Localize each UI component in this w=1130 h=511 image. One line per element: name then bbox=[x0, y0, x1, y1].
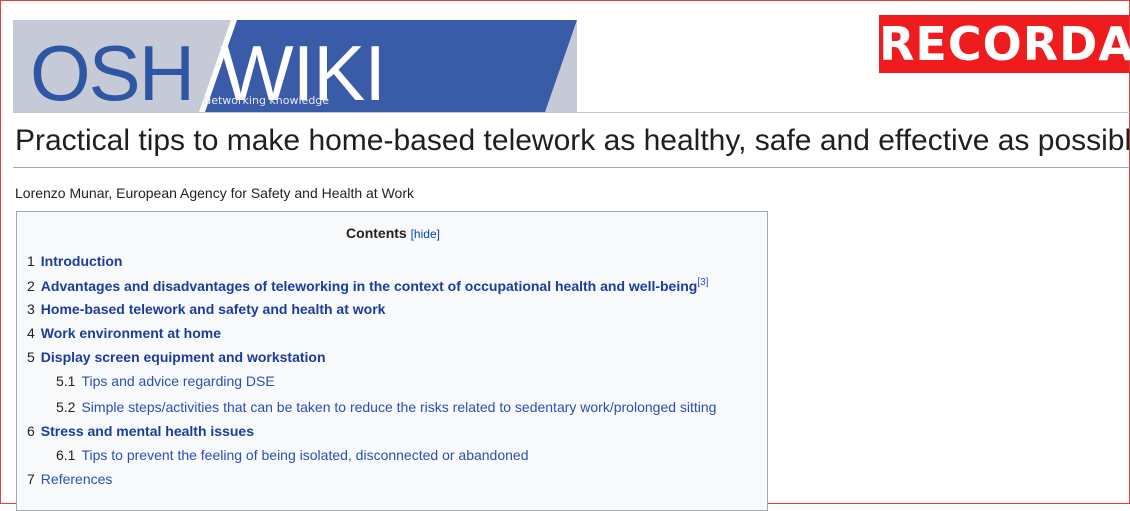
toc-item-label[interactable]: Introduction bbox=[41, 253, 123, 269]
recorda-badge: RECORDA bbox=[879, 15, 1130, 73]
toc-item-number: 5 bbox=[27, 349, 35, 365]
toc-item-number: 6 bbox=[27, 423, 35, 439]
page-title: Practical tips to make home-based telewo… bbox=[15, 124, 1130, 157]
toc-item-label[interactable]: Display screen equipment and workstation bbox=[41, 349, 326, 365]
title-divider bbox=[13, 167, 1130, 168]
toc-item-number: 3 bbox=[27, 301, 35, 317]
author-byline: Lorenzo Munar, European Agency for Safet… bbox=[15, 185, 414, 201]
toc-item-label[interactable]: Work environment at home bbox=[41, 325, 221, 341]
toc-header: Contents [hide] bbox=[17, 225, 769, 241]
toc-item-dse-tips[interactable]: 5.1 Tips and advice regarding DSE bbox=[56, 373, 275, 389]
toc-item-stress[interactable]: 6 Stress and mental health issues bbox=[27, 423, 254, 439]
header-divider bbox=[13, 112, 1130, 113]
toc-item-number: 2 bbox=[27, 278, 35, 294]
toc-item-label[interactable]: Tips to prevent the feeling of being iso… bbox=[81, 447, 528, 463]
toc-item-references[interactable]: 7 References bbox=[27, 471, 112, 487]
toc-item-label[interactable]: Advantages and disadvantages of telework… bbox=[41, 278, 698, 294]
toc-item-label[interactable]: Simple steps/activities that can be take… bbox=[81, 399, 716, 415]
toc-item-number: 5.1 bbox=[56, 373, 76, 389]
toc-item-number: 4 bbox=[27, 325, 35, 341]
toc-item-number: 7 bbox=[27, 471, 35, 487]
logo-osh-text: OSH bbox=[30, 29, 195, 112]
logo-tagline: Networking knowledge bbox=[203, 94, 330, 107]
toc-item-display-screen[interactable]: 5 Display screen equipment and workstatio… bbox=[27, 349, 326, 365]
toc-item-isolation-tips[interactable]: 6.1 Tips to prevent the feeling of being … bbox=[56, 447, 528, 463]
toc-item-work-environment[interactable]: 4 Work environment at home bbox=[27, 325, 221, 341]
toc-title: Contents bbox=[346, 225, 407, 241]
toc-item-home-telework[interactable]: 3 Home-based telework and safety and heal… bbox=[27, 301, 385, 317]
table-of-contents: Contents [hide] 1 Introduction 2 Advantage… bbox=[16, 211, 768, 511]
toc-item-number: 6.1 bbox=[56, 447, 76, 463]
toc-item-label[interactable]: Stress and mental health issues bbox=[41, 423, 254, 439]
toc-hide-link[interactable]: [hide] bbox=[411, 227, 440, 241]
toc-item-number: 5.2 bbox=[56, 399, 76, 415]
toc-item-sedentary-steps[interactable]: 5.2 Simple steps/activities that can be t… bbox=[56, 399, 716, 415]
toc-item-label[interactable]: Home-based telework and safety and healt… bbox=[41, 301, 386, 317]
toc-item-label[interactable]: References bbox=[41, 471, 113, 487]
toc-item-advantages[interactable]: 2 Advantages and disadvantages of telewor… bbox=[27, 277, 708, 294]
citation-ref[interactable]: [3] bbox=[697, 277, 708, 288]
site-logo-banner[interactable]: OSH WIKI Networking knowledge bbox=[13, 20, 577, 112]
toc-item-label[interactable]: Tips and advice regarding DSE bbox=[81, 373, 274, 389]
toc-item-introduction[interactable]: 1 Introduction bbox=[27, 253, 122, 269]
toc-item-number: 1 bbox=[27, 253, 35, 269]
